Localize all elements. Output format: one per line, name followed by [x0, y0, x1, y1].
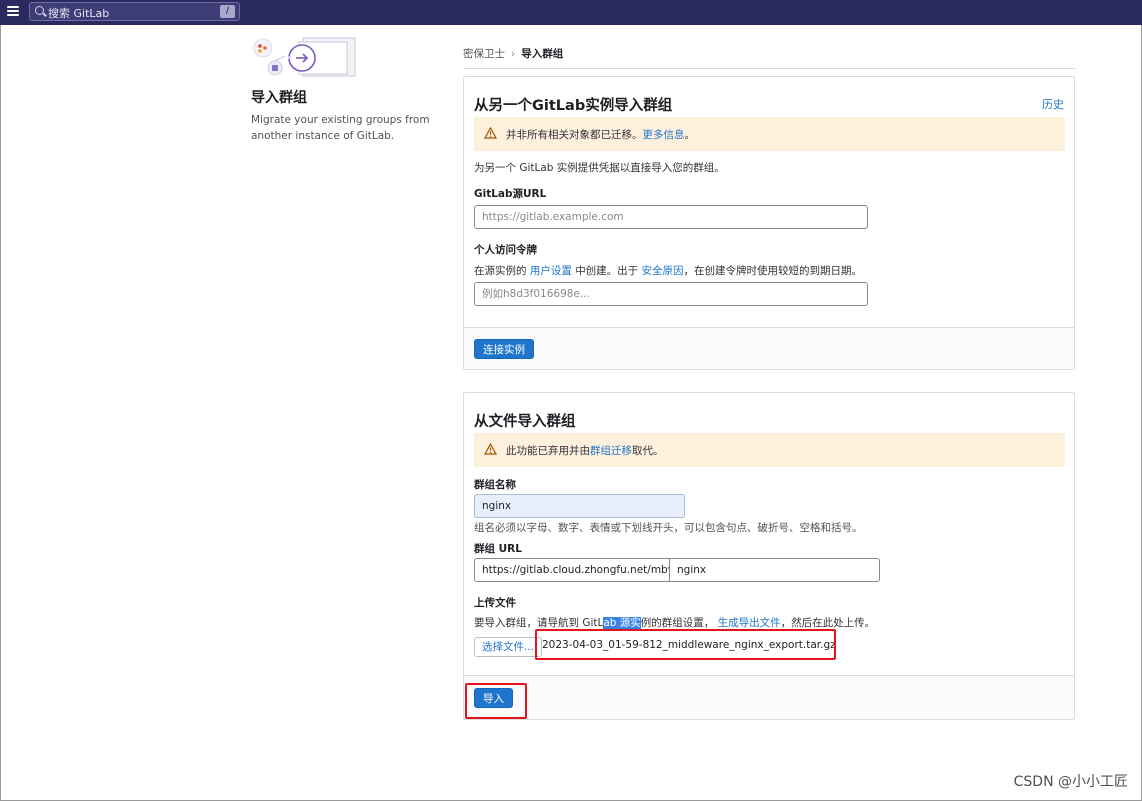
history-link[interactable]: 历史 [1042, 96, 1064, 112]
token-help-mid: 中创建。出于 [575, 265, 639, 277]
search-icon [35, 6, 44, 15]
search-placeholder: 搜索 GitLab [48, 7, 110, 20]
alert-message: 并非所有相关对象都已迁移。 [506, 129, 643, 141]
watermark: CSDN @小小工匠 [1013, 774, 1128, 790]
breadcrumb: 密保卫士 › 导入群组 [463, 46, 563, 61]
upload-help-part2: 例的群组设置， [640, 617, 715, 629]
breadcrumb-divider [463, 68, 1075, 69]
upload-file-label: 上传文件 [474, 597, 516, 609]
selected-text-highlight: ab 源实 [603, 617, 641, 629]
warning-icon [484, 127, 497, 139]
group-name-input[interactable]: nginx [474, 494, 685, 518]
page-description: Migrate your existing groups from anothe… [251, 114, 430, 142]
import-group-illustration-icon [253, 37, 356, 77]
instance-import-title: 从另一个GitLab实例导入群组 [474, 98, 673, 114]
token-help-prefix: 在源实例的 [474, 265, 527, 277]
page-title: 导入群组 [251, 90, 307, 106]
warning-icon [484, 443, 497, 455]
group-migration-link[interactable]: 群组迁移 [590, 445, 632, 457]
instance-import-card: 从另一个GitLab实例导入群组 历史 并非所有相关对象都已迁移。更多信息。 为… [463, 76, 1075, 370]
instance-import-alert: 并非所有相关对象都已迁移。更多信息。 [474, 117, 1065, 151]
group-name-label: 群组名称 [474, 479, 516, 491]
more-info-link[interactable]: 更多信息 [643, 129, 685, 141]
access-token-label: 个人访问令牌 [474, 244, 537, 256]
breadcrumb-current: 导入群组 [521, 48, 564, 60]
hamburger-menu-icon[interactable] [7, 6, 19, 18]
instance-import-intro: 为另一个 GitLab 实例提供凭据以直接导入您的群组。 [474, 162, 725, 174]
deprecation-alert: 此功能已弃用并由群组迁移取代。 [474, 433, 1065, 467]
search-input[interactable]: 搜索 GitLab / [29, 2, 240, 21]
choose-file-button[interactable]: 选择文件... [474, 637, 543, 657]
file-import-footer: 导入 [464, 675, 1074, 719]
file-import-title: 从文件导入群组 [474, 414, 576, 430]
generate-export-link[interactable]: 生成导出文件 [718, 617, 781, 629]
file-import-card: 从文件导入群组 此功能已弃用并由群组迁移取代。 群组名称 nginx 组名必须以… [463, 392, 1075, 720]
top-navbar: 搜索 GitLab / [0, 0, 1142, 25]
deprecation-suffix: 取代。 [632, 445, 664, 457]
alert-suffix: 。 [684, 129, 696, 141]
user-settings-link[interactable]: 用户设置 [530, 265, 572, 277]
source-url-input[interactable]: https://gitlab.example.com [474, 205, 868, 229]
deprecation-message: 此功能已弃用并由 [506, 445, 590, 457]
group-url-path-input[interactable]: nginx [669, 558, 880, 582]
search-shortcut-badge: / [220, 5, 235, 18]
upload-file-help: 要导入群组，请导航到 GitLab 源实例的群组设置， 生成导出文件，然后在此处… [474, 615, 875, 630]
upload-help-part1: 要导入群组，请导航到 GitL [474, 617, 604, 629]
token-help-suffix: ，在创建令牌时使用较短的到期日期。 [683, 265, 863, 277]
file-name-highlight-box [535, 629, 836, 660]
security-reasons-link[interactable]: 安全原因 [642, 265, 684, 277]
group-name-help: 组名必须以字母、数字、表情或下划线开头，可以包含句点、破折号、空格和括号。 [474, 522, 863, 534]
instance-import-footer: 连接实例 [464, 327, 1074, 369]
breadcrumb-separator: › [511, 48, 516, 60]
access-token-input[interactable]: 例如h8d3f016698e... [474, 282, 868, 306]
group-url-label: 群组 URL [474, 543, 522, 555]
group-url-prefix: https://gitlab.cloud.zhongfu.net/mbws [474, 558, 682, 582]
connect-instance-button[interactable]: 连接实例 [474, 339, 534, 359]
breadcrumb-parent-link[interactable]: 密保卫士 [463, 48, 505, 60]
upload-help-part3: ，然后在此处上传。 [780, 617, 876, 629]
source-url-label: GitLab源URL [474, 188, 547, 200]
access-token-help: 在源实例的 用户设置 中创建。出于 安全原因，在创建令牌时使用较短的到期日期。 [474, 263, 862, 278]
import-button-highlight-box [465, 683, 527, 719]
